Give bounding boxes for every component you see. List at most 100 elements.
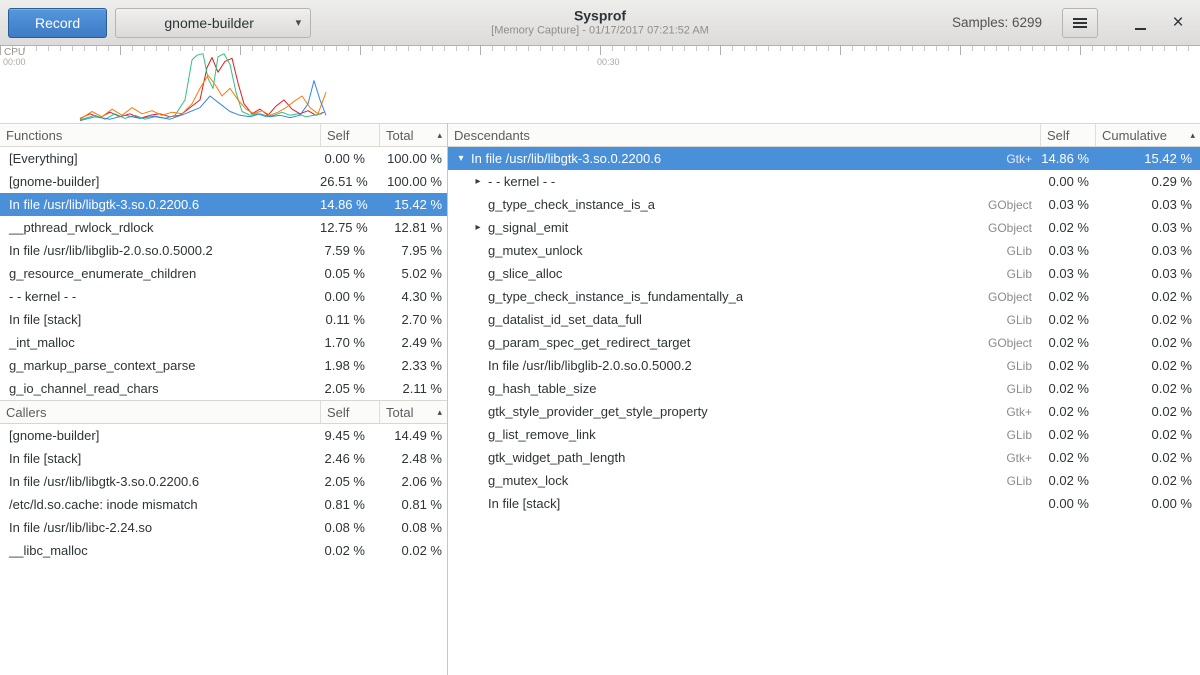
descendants-self-column-header[interactable]: Self [1040, 124, 1095, 146]
sort-indicator-icon: ▴ [1190, 130, 1200, 141]
function-row[interactable]: In file /usr/lib/libglib-2.0.so.0.5000.2… [0, 239, 447, 262]
descendant-row[interactable]: gtk_style_provider_get_style_property Gt… [448, 400, 1200, 423]
function-total-value: 15.42 % [379, 197, 447, 212]
function-total-value: 2.33 % [379, 358, 447, 373]
window-minimize-icon [1135, 28, 1146, 30]
function-name: __pthread_rwlock_rdlock [6, 220, 154, 235]
caller-row[interactable]: /etc/ld.so.cache: inode mismatch 0.81 % … [0, 493, 447, 516]
tree-expander-icon[interactable]: ▾ [454, 153, 468, 164]
descendant-row[interactable]: g_type_check_instance_is_a GObject 0.03 … [448, 193, 1200, 216]
function-self-value: 0.05 % [320, 266, 379, 281]
caller-name: /etc/ld.so.cache: inode mismatch [6, 497, 198, 512]
functions-total-column-header[interactable]: Total ▴ [379, 124, 447, 146]
function-total-value: 100.00 % [379, 174, 447, 189]
chevron-down-icon: ▾ [296, 16, 302, 29]
record-button[interactable]: Record [8, 8, 107, 38]
close-button[interactable]: × [1164, 8, 1192, 38]
descendants-cumulative-column-header[interactable]: Cumulative ▴ [1095, 124, 1200, 146]
function-total-value: 2.49 % [379, 335, 447, 350]
descendant-name: g_param_spec_get_redirect_target [485, 335, 690, 350]
descendant-row[interactable]: ▸ g_signal_emit GObject 0.02 % 0.03 % [448, 216, 1200, 239]
descendant-row[interactable]: In file /usr/lib/libglib-2.0.so.0.5000.2… [448, 354, 1200, 377]
function-total-value: 100.00 % [379, 151, 447, 166]
function-row[interactable]: g_io_channel_read_chars 2.05 % 2.11 % [0, 377, 447, 400]
caller-row[interactable]: [gnome-builder] 9.45 % 14.49 % [0, 424, 447, 447]
descendant-row[interactable]: ▾ In file /usr/lib/libgtk-3.so.0.2200.6 … [448, 147, 1200, 170]
library-category-label: GObject [988, 290, 1040, 304]
header-right-cluster: Samples: 6299 × [952, 8, 1192, 38]
function-total-value: 2.70 % [379, 312, 447, 327]
descendant-name: - - kernel - - [485, 174, 555, 189]
caller-self-value: 2.46 % [320, 451, 379, 466]
function-row[interactable]: In file /usr/lib/libgtk-3.so.0.2200.6 14… [0, 193, 447, 216]
descendant-row[interactable]: g_mutex_unlock GLib 0.03 % 0.03 % [448, 239, 1200, 262]
function-self-value: 0.00 % [320, 151, 379, 166]
caller-row[interactable]: In file /usr/lib/libgtk-3.so.0.2200.6 2.… [0, 470, 447, 493]
descendant-row[interactable]: g_hash_table_size GLib 0.02 % 0.02 % [448, 377, 1200, 400]
menu-button[interactable] [1062, 8, 1098, 38]
descendant-name: In file /usr/lib/libglib-2.0.so.0.5000.2 [485, 358, 692, 373]
sort-indicator-icon: ▴ [437, 130, 447, 141]
descendant-row[interactable]: g_param_spec_get_redirect_target GObject… [448, 331, 1200, 354]
caller-name: [gnome-builder] [6, 428, 99, 443]
function-row[interactable]: __pthread_rwlock_rdlock 12.75 % 12.81 % [0, 216, 447, 239]
minimize-button[interactable] [1126, 8, 1154, 38]
caller-row[interactable]: __libc_malloc 0.02 % 0.02 % [0, 539, 447, 562]
descendant-cumulative-value: 0.03 % [1095, 266, 1200, 281]
descendant-row[interactable]: gtk_widget_path_length Gtk+ 0.02 % 0.02 … [448, 446, 1200, 469]
library-category-label: GLib [1007, 382, 1040, 396]
descendant-self-value: 14.86 % [1040, 151, 1095, 166]
library-category-label: GLib [1007, 474, 1040, 488]
function-row[interactable]: In file [stack] 0.11 % 2.70 % [0, 308, 447, 331]
descendants-pane: Descendants Self Cumulative ▴ ▾ In file … [448, 123, 1200, 675]
main-split: Functions Self Total ▴ [Everything] 0.00… [0, 123, 1200, 675]
caller-row[interactable]: In file [stack] 2.46 % 2.48 % [0, 447, 447, 470]
function-row[interactable]: g_resource_enumerate_children 0.05 % 5.0… [0, 262, 447, 285]
function-self-value: 0.11 % [320, 312, 379, 327]
descendant-row[interactable]: In file [stack] 0.00 % 0.00 % [448, 492, 1200, 515]
callers-self-column-header[interactable]: Self [320, 401, 379, 423]
caller-row[interactable]: In file /usr/lib/libc-2.24.so 0.08 % 0.0… [0, 516, 447, 539]
function-row[interactable]: - - kernel - - 0.00 % 4.30 % [0, 285, 447, 308]
function-row[interactable]: g_markup_parse_context_parse 1.98 % 2.33… [0, 354, 447, 377]
descendant-name: g_hash_table_size [485, 381, 596, 396]
descendant-cumulative-value: 0.02 % [1095, 335, 1200, 350]
caller-self-value: 9.45 % [320, 428, 379, 443]
function-name: [gnome-builder] [6, 174, 99, 189]
functions-column-header[interactable]: Functions [0, 124, 320, 146]
function-row[interactable]: [gnome-builder] 26.51 % 100.00 % [0, 170, 447, 193]
descendant-self-value: 0.03 % [1040, 243, 1095, 258]
descendant-row[interactable]: g_slice_alloc GLib 0.03 % 0.03 % [448, 262, 1200, 285]
function-name: g_resource_enumerate_children [6, 266, 196, 281]
callers-column-header[interactable]: Callers [0, 401, 320, 423]
descendant-row[interactable]: g_mutex_lock GLib 0.02 % 0.02 % [448, 469, 1200, 492]
descendant-cumulative-value: 0.00 % [1095, 496, 1200, 511]
function-row[interactable]: [Everything] 0.00 % 100.00 % [0, 147, 447, 170]
function-name: In file /usr/lib/libglib-2.0.so.0.5000.2 [6, 243, 213, 258]
function-self-value: 2.05 % [320, 381, 379, 396]
descendant-cumulative-value: 0.02 % [1095, 289, 1200, 304]
descendant-cumulative-value: 0.02 % [1095, 450, 1200, 465]
descendant-row[interactable]: ▸ - - kernel - - 0.00 % 0.29 % [448, 170, 1200, 193]
cpu-graph-area[interactable]: CPU 00:00 00:30 [0, 46, 1200, 123]
process-selector-dropdown[interactable]: gnome-builder ▾ [115, 8, 311, 38]
descendant-name: g_mutex_lock [485, 473, 568, 488]
caller-total-value: 2.48 % [379, 451, 447, 466]
function-name: g_io_channel_read_chars [6, 381, 159, 396]
function-self-value: 1.70 % [320, 335, 379, 350]
callers-total-column-header[interactable]: Total ▴ [379, 401, 447, 423]
descendants-tree: ▾ In file /usr/lib/libgtk-3.so.0.2200.6 … [448, 147, 1200, 515]
descendant-row[interactable]: g_datalist_id_set_data_full GLib 0.02 % … [448, 308, 1200, 331]
function-total-value: 4.30 % [379, 289, 447, 304]
descendant-row[interactable]: g_type_check_instance_is_fundamentally_a… [448, 285, 1200, 308]
window-title-block: Sysprof [Memory Capture] - 01/17/2017 07… [491, 7, 709, 38]
process-selector-label: gnome-builder [164, 15, 254, 31]
samples-count: Samples: 6299 [952, 15, 1042, 30]
descendants-column-header[interactable]: Descendants [448, 124, 1040, 146]
tree-expander-icon[interactable]: ▸ [471, 222, 485, 233]
function-row[interactable]: _int_malloc 1.70 % 2.49 % [0, 331, 447, 354]
functions-self-column-header[interactable]: Self [320, 124, 379, 146]
tree-expander-icon[interactable]: ▸ [471, 176, 485, 187]
descendant-name: gtk_style_provider_get_style_property [485, 404, 708, 419]
descendant-row[interactable]: g_list_remove_link GLib 0.02 % 0.02 % [448, 423, 1200, 446]
